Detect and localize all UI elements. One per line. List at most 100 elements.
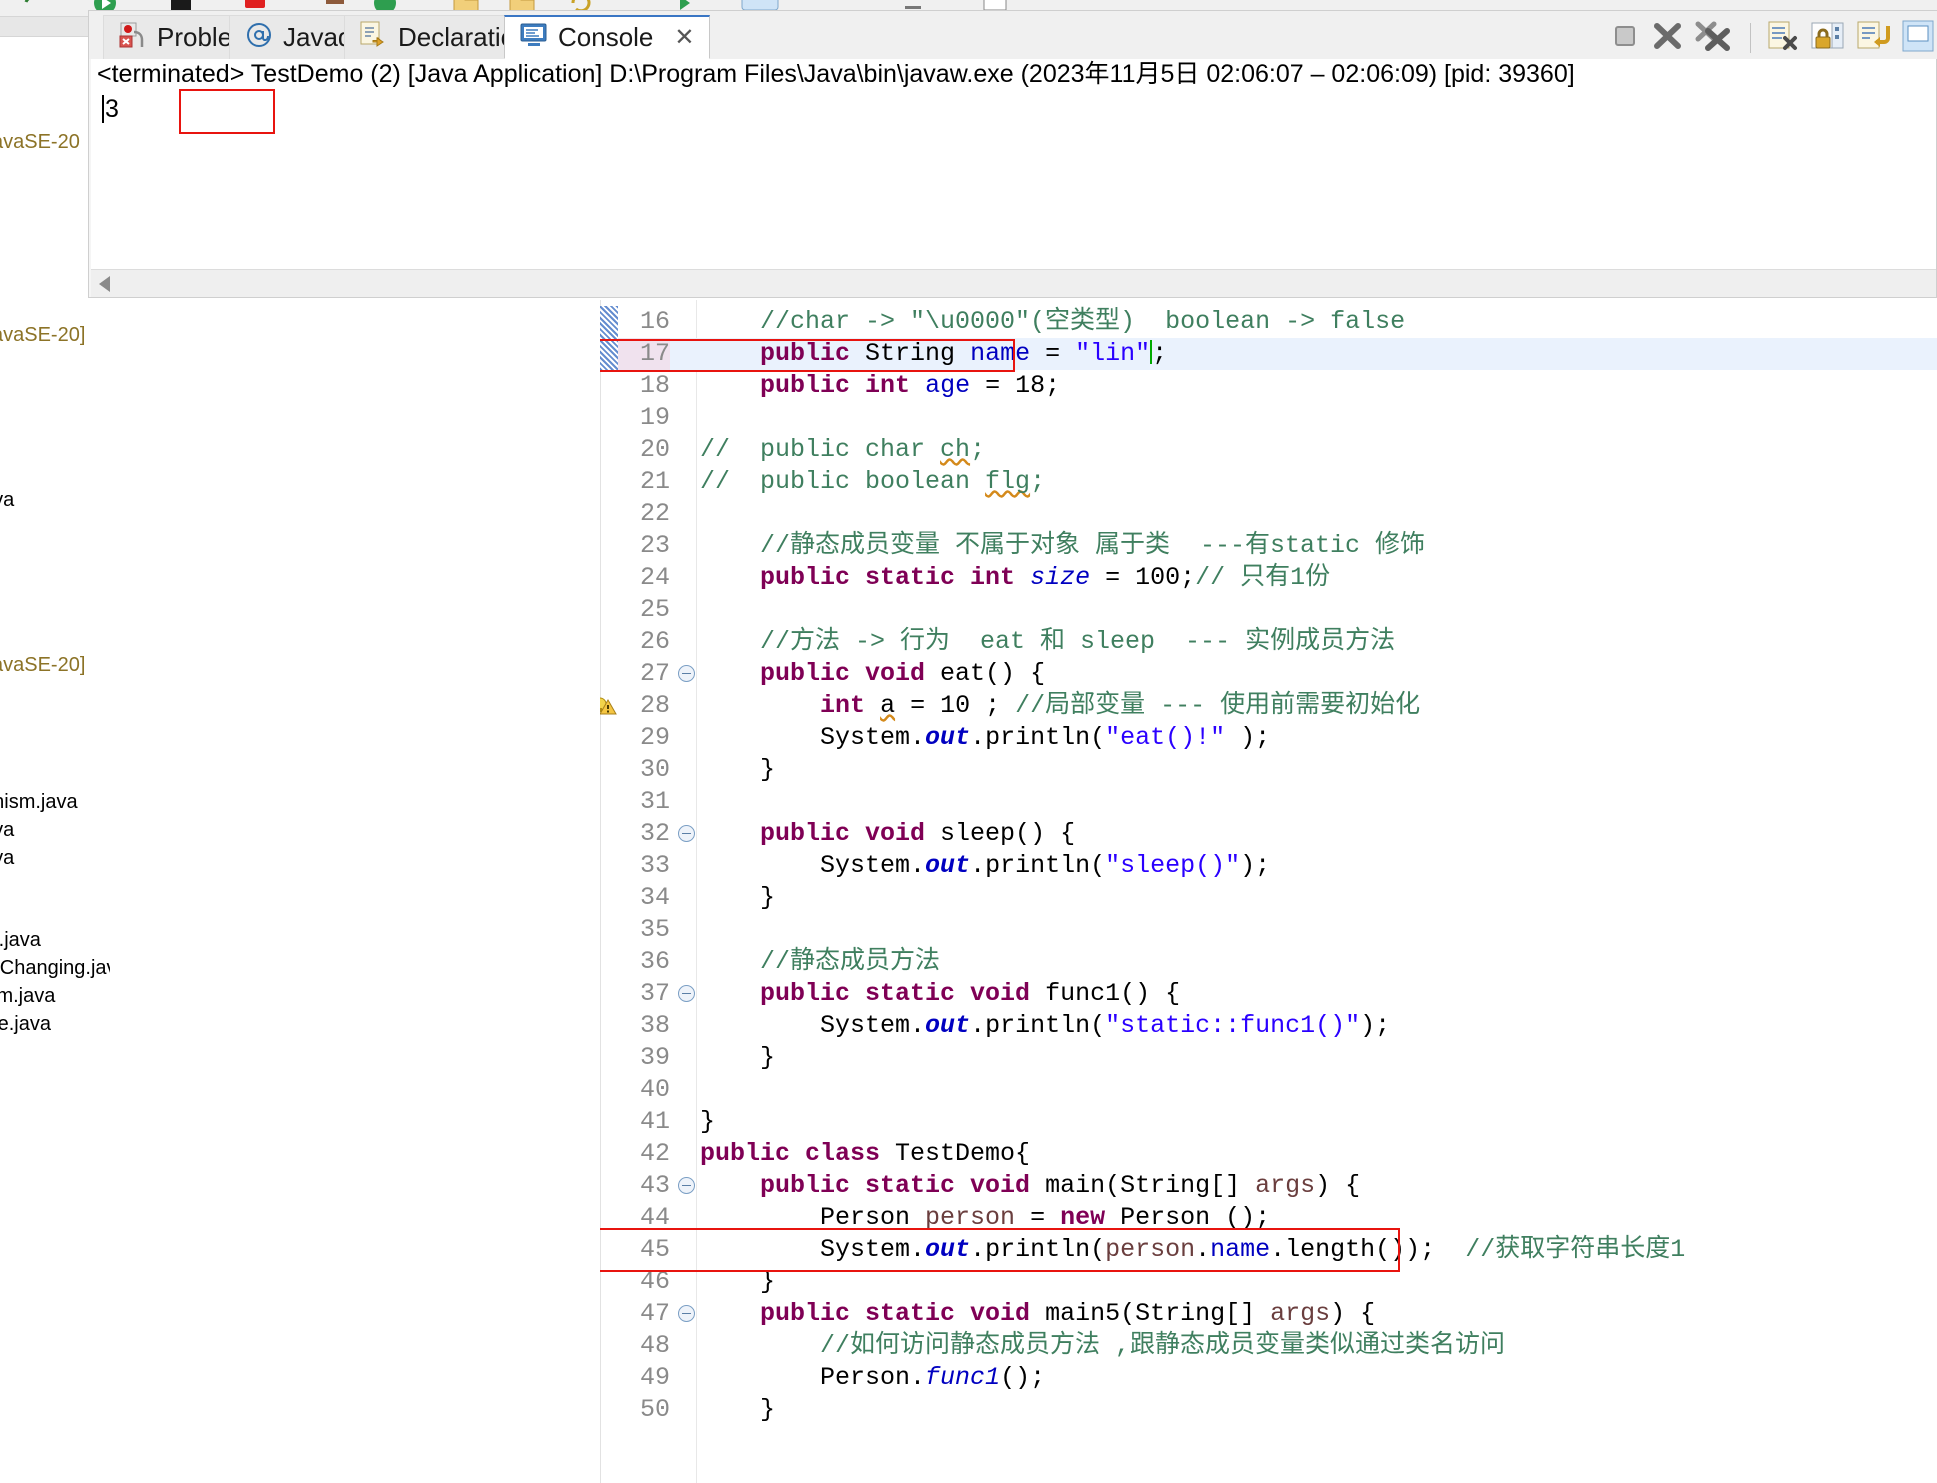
code-token: System. [700,1011,925,1040]
tab-console[interactable]: Console✕ [504,15,710,59]
fold-collapse-icon[interactable] [678,825,695,842]
code-line[interactable]: // public boolean flg; [700,466,1045,498]
code-token: //char -> "\u0000"(空类型) boolean -> false [700,307,1405,336]
code-line[interactable]: public String name = "lin"; [700,338,1167,370]
code-token: = 10 ; [895,691,1015,720]
code-token [700,563,760,592]
code-token: Person (); [1105,1203,1270,1232]
code-line[interactable]: System.out.println("static::func1()"); [700,1010,1390,1042]
line-number: 46 [618,1266,670,1298]
code-line[interactable]: public static void func1() { [700,978,1180,1010]
explorer-item[interactable]: orChanging.java [0,957,110,980]
fold-collapse-icon[interactable] [678,1177,695,1194]
code-line[interactable]: public static int size = 100;// 只有1份 [700,562,1330,594]
code-token: public class [700,1139,880,1168]
line-number: 29 [618,722,670,754]
display-console-icon[interactable] [1902,20,1934,57]
code-line[interactable]: //静态成员变量 不属于对象 属于类 ---有static 修饰 [700,530,1425,562]
explorer-item[interactable]: ava [0,847,14,870]
clear-console-icon[interactable] [1766,20,1800,57]
code-token: //获取字符串长度1 [1465,1235,1685,1264]
explorer-item[interactable]: ava [0,489,14,512]
console-output-area[interactable]: 3 [91,89,1936,269]
toolbar-icon-debug[interactable] [22,0,48,17]
code-line[interactable]: Person.func1(); [700,1362,1045,1394]
java-editor[interactable]: 16 //char -> "\u0000"(空类型) boolean -> fa… [600,300,1937,1483]
line-number: 33 [618,850,670,882]
code-line[interactable]: public static void main(String[] args) { [700,1170,1360,1202]
scroll-left-arrow-icon[interactable] [99,276,110,292]
console-toolbar [1609,19,1934,57]
code-line[interactable]: public class TestDemo{ [700,1138,1030,1170]
code-token: = [1015,1203,1060,1232]
explorer-item[interactable]: ism.java [0,985,55,1008]
console-horizontal-scrollbar[interactable] [91,269,1936,297]
toolbar-separator [1750,23,1751,53]
line-number: 38 [618,1010,670,1042]
code-line[interactable]: int a = 10 ; //局部变量 --- 使用前需要初始化 [700,690,1420,722]
code-token: System. [700,723,925,752]
remove-x-icon[interactable] [1651,20,1685,57]
code-line[interactable]: public void sleep() { [700,818,1075,850]
code-token: //方法 -> 行为 eat 和 sleep --- 实例成员方法 [700,627,1395,656]
code-token: size [1030,563,1090,592]
fold-collapse-icon[interactable] [678,985,695,1002]
explorer-item[interactable]: ava [0,819,14,842]
line-number: 22 [618,498,670,530]
warning-marker-icon[interactable] [600,695,619,717]
fold-collapse-icon[interactable] [678,665,695,682]
explorer-item[interactable]: phism.java [0,791,78,814]
code-line[interactable]: //char -> "\u0000"(空类型) boolean -> false [700,306,1405,338]
explorer-item[interactable]: JavaSE-20] [0,324,85,347]
code-token: out [925,723,970,752]
stop-square-icon[interactable] [1609,20,1641,57]
code-token: public int [760,371,910,400]
code-line[interactable]: public int age = 18; [700,370,1060,402]
line-number: 44 [618,1202,670,1234]
code-line[interactable]: //方法 -> 行为 eat 和 sleep --- 实例成员方法 [700,626,1395,658]
code-token: ); [1360,1011,1390,1040]
code-token: ; [1152,339,1167,368]
close-icon[interactable]: ✕ [674,26,694,50]
code-token: out [925,1235,970,1264]
code-line[interactable]: } [700,1394,775,1426]
code-line[interactable]: } [700,882,775,914]
code-token: a [880,691,895,720]
code-line[interactable]: //静态成员方法 [700,946,940,978]
explorer-item[interactable]: JavaSE-20 [0,131,80,154]
line-number: 28 [618,690,670,722]
word-wrap-icon[interactable] [1856,20,1892,57]
lock-icon[interactable] [1810,20,1846,57]
text-caret [102,95,104,123]
code-token: = [1030,339,1075,368]
code-line[interactable]: System.out.println("sleep()"); [700,850,1270,882]
code-token: person [1105,1235,1195,1264]
code-token: ); [1225,723,1270,752]
explorer-item[interactable]: ble.java [0,1013,51,1036]
code-line[interactable]: } [700,754,775,786]
code-line[interactable]: } [700,1106,715,1138]
editor-left-border [600,300,601,1483]
code-token: "eat()!" [1105,723,1225,752]
console-output-text: 3 [105,95,119,124]
remove-all-x-icon[interactable] [1695,20,1735,57]
code-line[interactable]: // public char ch; [700,434,985,466]
console-icon [519,20,549,55]
code-line[interactable]: //如何访问静态成员方法 ,跟静态成员变量类似通过类名访问 [700,1330,1505,1362]
code-line[interactable]: } [700,1266,775,1298]
explorer-item[interactable]: or.java [0,929,41,952]
code-line[interactable]: } [700,1042,775,1074]
line-number: 39 [618,1042,670,1074]
explorer-item[interactable]: JavaSE-20] [0,654,85,677]
fold-collapse-icon[interactable] [678,1305,695,1322]
code-line[interactable]: System.out.println(person.name.length())… [700,1234,1685,1266]
code-token: String [850,339,970,368]
code-token: out [925,1011,970,1040]
code-line[interactable]: System.out.println("eat()!" ); [700,722,1270,754]
line-number: 43 [618,1170,670,1202]
line-number: 16 [618,306,670,338]
line-number: 32 [618,818,670,850]
code-line[interactable]: Person person = new Person (); [700,1202,1270,1234]
code-line[interactable]: public static void main5(String[] args) … [700,1298,1375,1330]
code-line[interactable]: public void eat() { [700,658,1045,690]
